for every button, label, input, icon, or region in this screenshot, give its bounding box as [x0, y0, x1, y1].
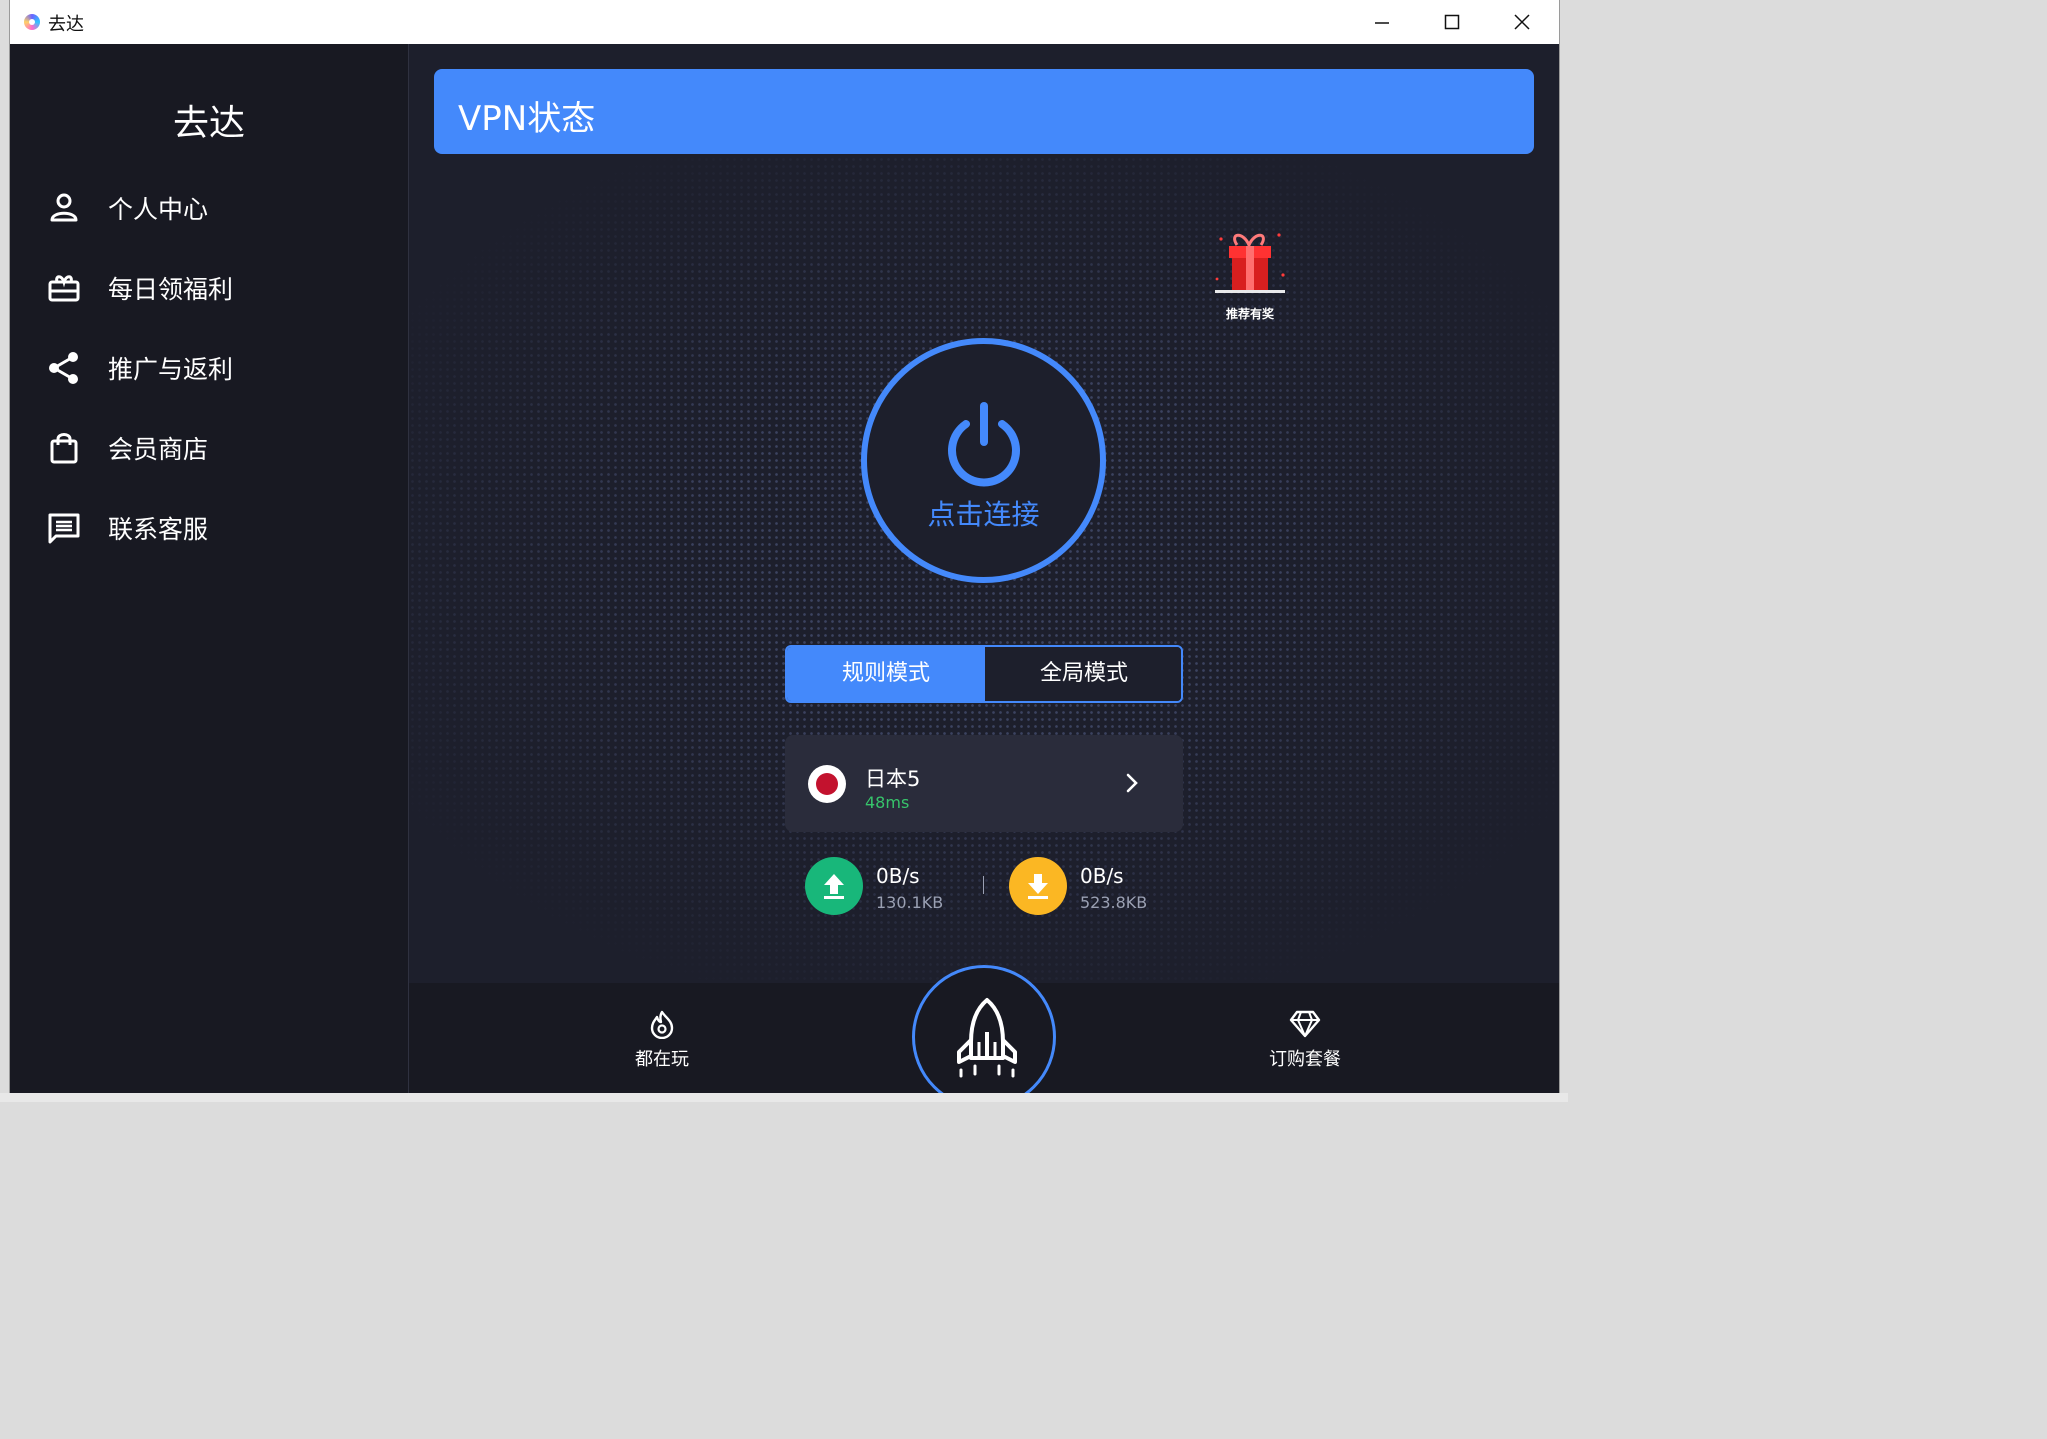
download-total: 523.8KB: [1080, 893, 1148, 912]
mode-toggle: 规则模式 全局模式: [785, 645, 1183, 703]
sidebar-brand: 去达: [172, 103, 245, 144]
sidebar-item-label: 联系客服: [108, 515, 209, 544]
sidebar: 去达 个人中心 每日领福利 推广与返利 会员商店 联系客服: [10, 44, 409, 1093]
upload-rate: 0B/s: [876, 864, 920, 888]
share-icon: [49, 352, 78, 384]
japan-flag-icon: [808, 765, 846, 803]
referral-gift-button[interactable]: 推荐有奖: [1207, 219, 1293, 323]
sidebar-item-label: 每日领福利: [108, 275, 234, 304]
flame-icon: [650, 1010, 674, 1039]
close-icon: [1514, 14, 1530, 30]
nav-popular-label: 都在玩: [635, 1049, 689, 1070]
gift-label: 推荐有奖: [1225, 307, 1274, 321]
title-bar: 去达: [10, 0, 1559, 44]
upload-speed-badge: [805, 857, 863, 915]
server-selector[interactable]: 日本5 48ms: [785, 735, 1183, 832]
shopping-bag-icon: [50, 433, 78, 464]
minimize-icon: [1375, 22, 1389, 24]
rule-mode-button[interactable]: 规则模式: [787, 647, 985, 701]
red-gift-icon: [1215, 233, 1285, 293]
app-window: 去达 去达 个人中心 每日领福利 推广与返利 会员商店 联系客服 VPN状态 推…: [10, 0, 1559, 1093]
sidebar-item-support[interactable]: 联系客服: [46, 498, 386, 554]
vpn-status-header: VPN状态: [434, 69, 1534, 154]
sidebar-item-shop[interactable]: 会员商店: [46, 418, 386, 474]
desktop-edge-bottom: [0, 1093, 1568, 1102]
upload-arrow-icon: [824, 874, 844, 899]
chevron-right-icon: [1126, 773, 1138, 793]
bottom-nav: 都在玩 订购套餐: [409, 965, 1559, 1093]
power-icon: [948, 402, 1020, 487]
global-mode-button[interactable]: 全局模式: [985, 647, 1181, 701]
maximize-icon: [1444, 14, 1460, 30]
diamond-icon: [1289, 1010, 1321, 1038]
download-arrow-icon: [1028, 874, 1048, 899]
connect-button[interactable]: 点击连接: [861, 338, 1106, 583]
nav-subscribe-label: 订购套餐: [1269, 1049, 1341, 1070]
server-name: 日本5: [865, 767, 921, 791]
boost-rocket-button[interactable]: [912, 965, 1056, 1093]
sidebar-item-label: 推广与返利: [108, 355, 234, 384]
download-rate: 0B/s: [1080, 864, 1124, 888]
sidebar-item-profile[interactable]: 个人中心: [46, 178, 386, 234]
nav-popular[interactable]: 都在玩: [602, 1009, 722, 1071]
speed-divider: [983, 876, 984, 894]
sidebar-item-label: 个人中心: [108, 195, 209, 224]
upload-total: 130.1KB: [876, 893, 944, 912]
person-icon: [50, 193, 78, 222]
nav-subscribe[interactable]: 订购套餐: [1245, 1009, 1365, 1071]
page-title: VPN状态: [458, 99, 596, 139]
close-button[interactable]: [1496, 6, 1548, 38]
app-logo-icon: [24, 14, 40, 30]
sidebar-item-referral[interactable]: 推广与返利: [46, 338, 386, 394]
window-title: 去达: [48, 14, 84, 35]
main-panel: VPN状态 推荐有奖 点击连接 规则模式 全局模式 日本5 48ms 0B/s …: [409, 44, 1559, 983]
download-speed-badge: [1009, 857, 1067, 915]
gift-box-icon: [48, 275, 80, 302]
minimize-button[interactable]: [1356, 6, 1408, 38]
rocket-icon: [957, 998, 1017, 1078]
server-ping: 48ms: [865, 793, 910, 812]
chat-icon: [48, 513, 80, 544]
maximize-button[interactable]: [1426, 6, 1478, 38]
connect-label: 点击连接: [927, 498, 1040, 531]
desktop-edge: [1560, 0, 1568, 1102]
sidebar-item-daily-rewards[interactable]: 每日领福利: [46, 258, 386, 314]
sidebar-item-label: 会员商店: [108, 435, 209, 464]
